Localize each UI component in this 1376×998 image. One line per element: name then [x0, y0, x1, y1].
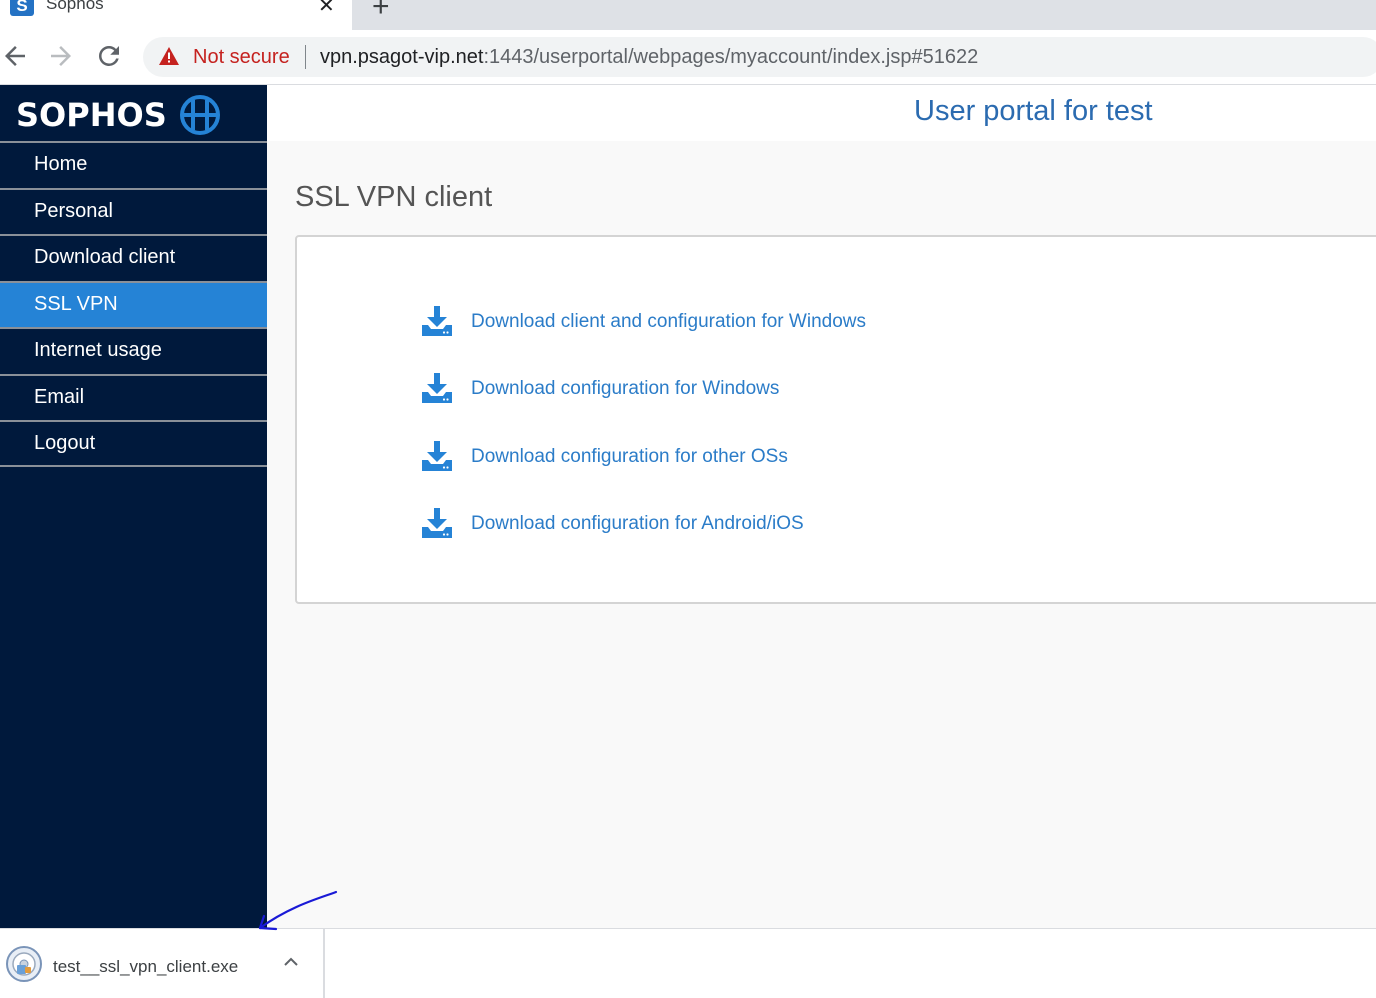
new-tab-button[interactable]: +: [372, 0, 390, 24]
url-text[interactable]: vpn.psagot-vip.net:1443/userportal/webpa…: [320, 46, 978, 69]
download-icon: [422, 306, 452, 336]
tab-title: Sophos: [46, 0, 104, 13]
sophos-favicon-icon: S: [10, 0, 34, 16]
download-panel: Download client and configuration for Wi…: [295, 235, 1376, 604]
download-link-label: Download client and configuration for Wi…: [471, 311, 866, 332]
sidebar-item-download-client[interactable]: Download client: [0, 234, 267, 281]
downloaded-file-item[interactable]: test__ssl_vpn_client.exe: [0, 929, 325, 998]
download-link-label: Download configuration for Android/iOS: [471, 513, 804, 534]
downloaded-file-name: test__ssl_vpn_client.exe: [53, 957, 239, 976]
section-title: SSL VPN client: [295, 181, 493, 213]
forward-arrow-icon[interactable]: [46, 41, 76, 71]
download-config-other-os-link[interactable]: Download configuration for other OSs: [422, 440, 788, 474]
download-client-windows-link[interactable]: Download client and configuration for Wi…: [422, 305, 866, 339]
browser-tab[interactable]: S Sophos ✕: [0, 0, 352, 30]
chevron-up-icon[interactable]: [280, 951, 302, 973]
sidebar-item-logout[interactable]: Logout: [0, 420, 267, 467]
sidebar-item-home[interactable]: Home: [0, 141, 267, 188]
sidebar-item-email[interactable]: Email: [0, 373, 267, 421]
sidebar: SOPHOS Home Personal Download client SSL…: [0, 85, 267, 928]
main-content: User portal for test SSL VPN client Down…: [267, 85, 1376, 928]
sidebar-item-ssl-vpn[interactable]: SSL VPN: [0, 280, 267, 327]
omnibox-divider: [305, 45, 306, 69]
tab-strip: S Sophos ✕ +: [0, 0, 1376, 30]
download-icon: [422, 373, 452, 403]
address-bar[interactable]: Not secure vpn.psagot-vip.net:1443/userp…: [143, 37, 1376, 77]
page-title: User portal for test: [914, 95, 1153, 127]
logo-text: SOPHOS: [16, 96, 167, 134]
sophos-logo: SOPHOS: [16, 93, 221, 137]
download-icon: [422, 508, 452, 538]
back-arrow-icon[interactable]: [0, 41, 30, 71]
url-host: vpn.psagot-vip.net: [320, 46, 484, 68]
download-link-label: Download configuration for other OSs: [471, 446, 788, 467]
globe-icon: [179, 95, 220, 135]
sidebar-item-internet-usage[interactable]: Internet usage: [0, 327, 267, 374]
sidebar-menu: Home Personal Download client SSL VPN In…: [0, 141, 267, 467]
reload-icon[interactable]: [94, 41, 124, 71]
sidebar-item-personal[interactable]: Personal: [0, 187, 267, 235]
close-icon[interactable]: ✕: [318, 0, 335, 18]
installer-file-icon: [6, 946, 42, 982]
download-shelf: test__ssl_vpn_client.exe: [0, 928, 1376, 998]
download-link-label: Download configuration for Windows: [471, 378, 780, 399]
url-path: :1443/userportal/webpages/myaccount/inde…: [483, 46, 979, 68]
download-icon: [422, 441, 452, 471]
not-secure-label[interactable]: Not secure: [193, 46, 290, 69]
browser-toolbar: Not secure vpn.psagot-vip.net:1443/userp…: [0, 30, 1376, 85]
portal-header: User portal for test: [267, 85, 1376, 141]
warning-triangle-icon[interactable]: [159, 47, 179, 65]
download-config-windows-link[interactable]: Download configuration for Windows: [422, 372, 779, 406]
download-config-android-ios-link[interactable]: Download configuration for Android/iOS: [422, 507, 804, 541]
